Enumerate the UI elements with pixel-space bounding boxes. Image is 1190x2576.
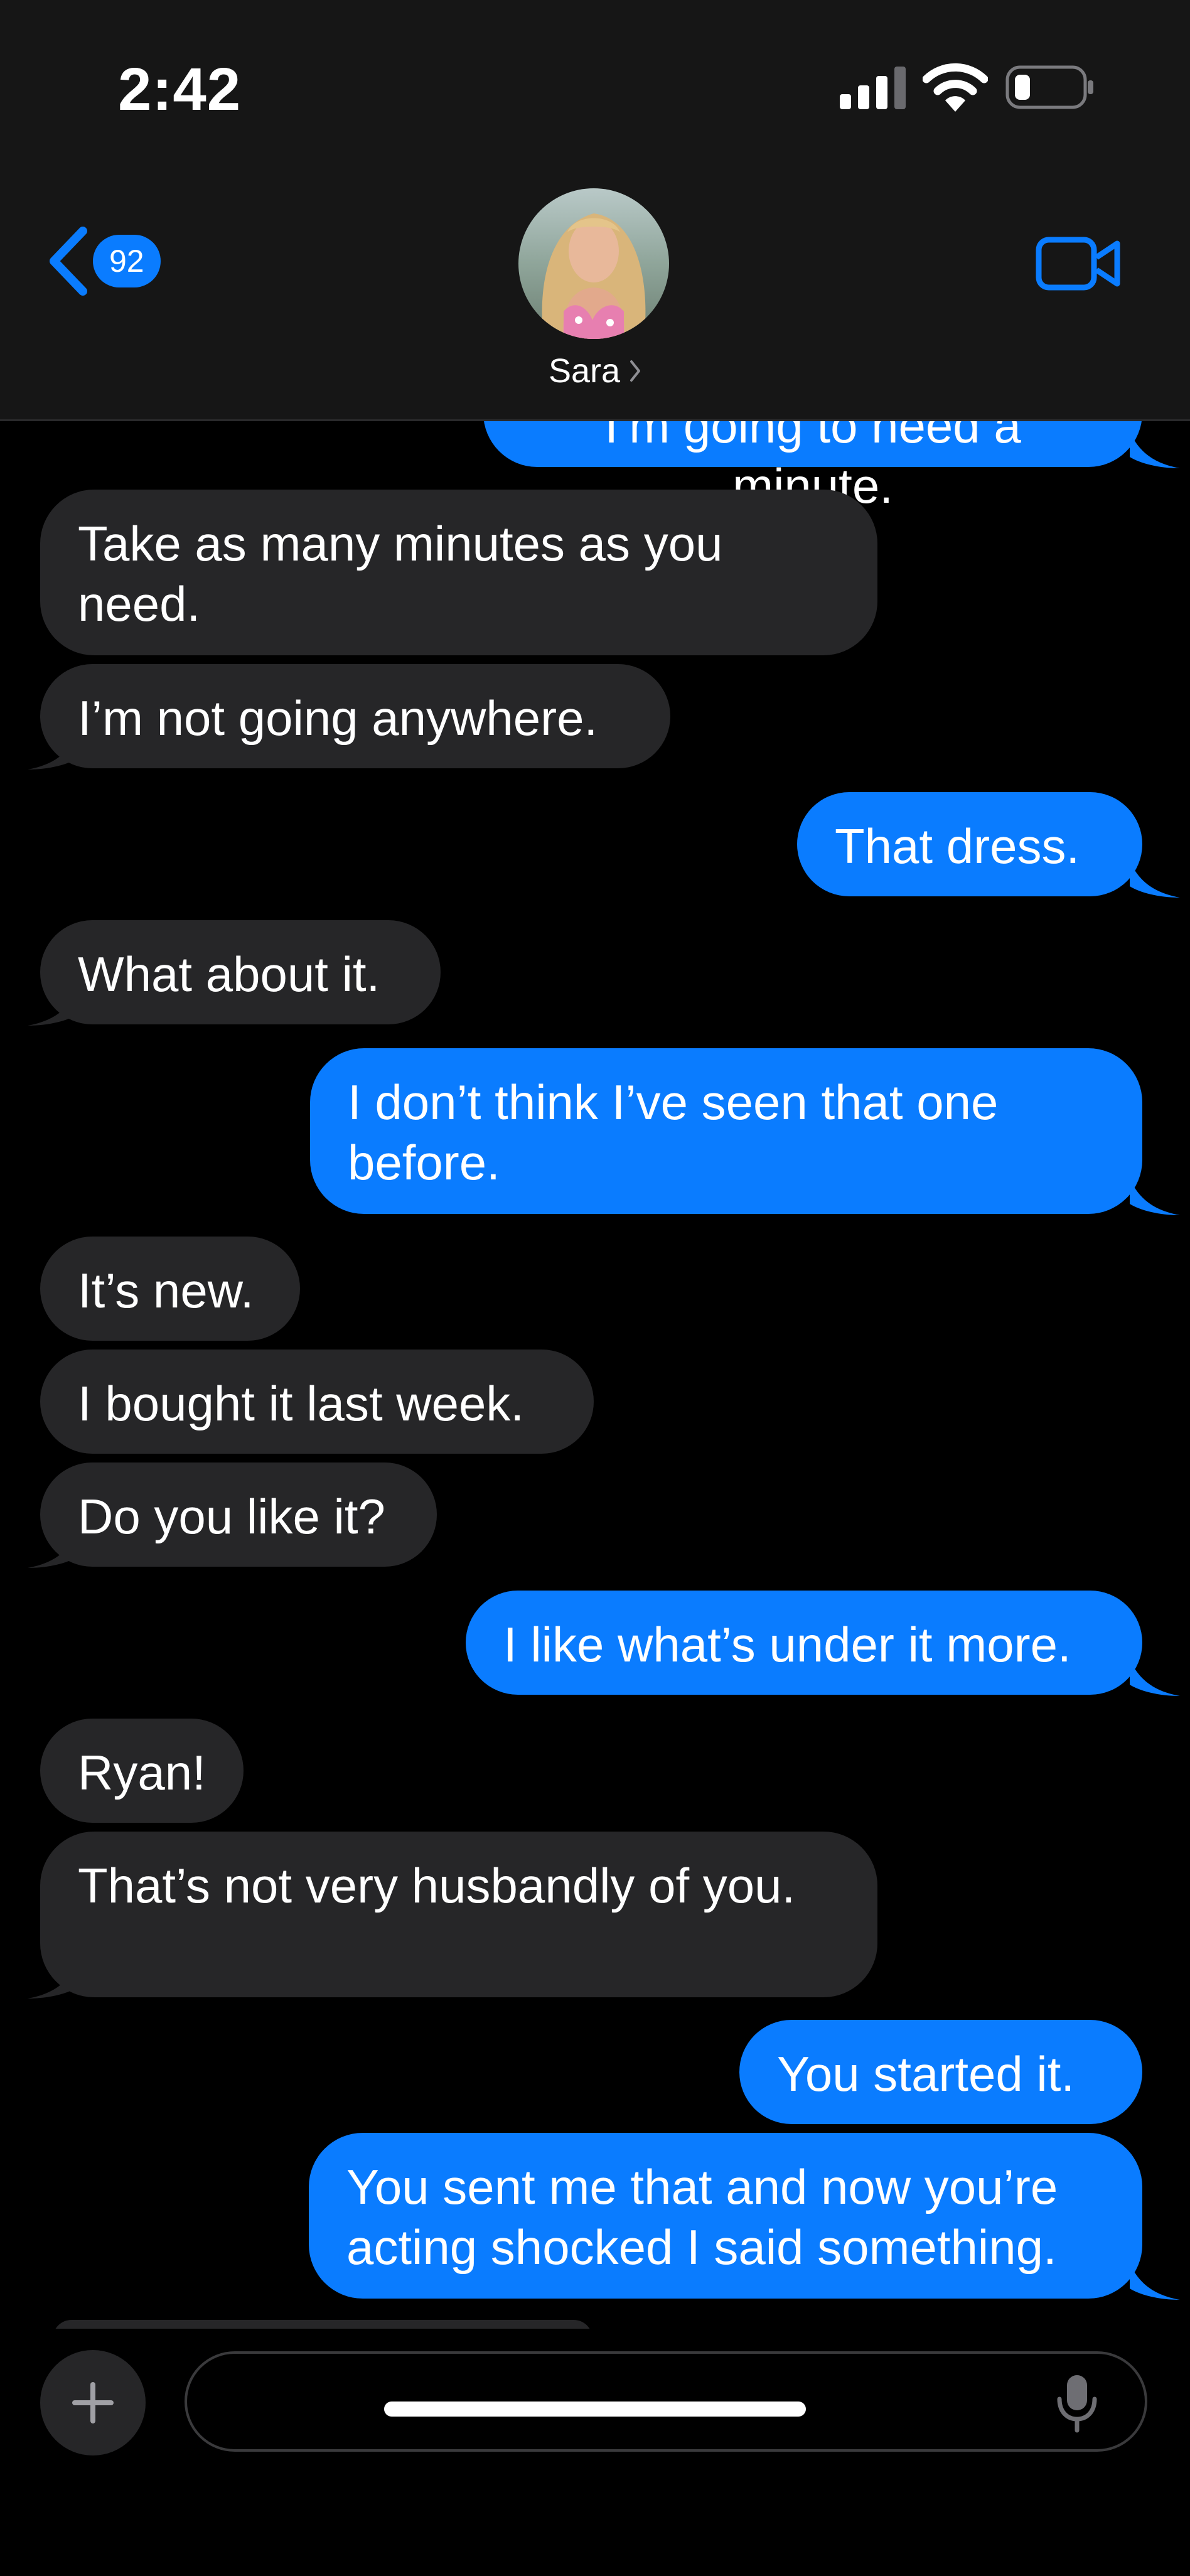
bubble-tail [1130, 1179, 1180, 1215]
bubble-tail [28, 1532, 78, 1568]
chevron-right-icon [630, 360, 641, 382]
bubble-tail [1130, 432, 1180, 468]
contact-name: Sara [548, 352, 621, 390]
add-attachment-button[interactable] [40, 2350, 146, 2455]
incoming-message[interactable]: I bought it last week. [40, 1350, 594, 1454]
incoming-message[interactable]: Do you like it? [40, 1462, 437, 1567]
microphone-icon[interactable] [1054, 2373, 1100, 2433]
outgoing-message[interactable]: I like what’s under it more. [466, 1591, 1142, 1695]
incoming-message[interactable]: What about it. [40, 920, 441, 1024]
video-call-icon[interactable] [1036, 233, 1121, 294]
incoming-message[interactable]: Ryan! [40, 1719, 244, 1823]
outgoing-message[interactable]: You started it. [739, 2020, 1142, 2124]
outgoing-message[interactable]: That dress. [797, 792, 1142, 896]
conversation-header: 2:42 92 Sara [0, 0, 1190, 421]
bubble-tail [28, 989, 78, 1026]
bubble-tail [1130, 2263, 1180, 2300]
bubble-tail [28, 733, 78, 770]
message-composer [0, 2329, 1190, 2576]
incoming-message[interactable]: Take as many minutes as you need. [40, 490, 877, 655]
bubble-tail [1130, 861, 1180, 898]
incoming-message[interactable]: I’m not going anywhere. [40, 664, 670, 768]
incoming-message[interactable]: It’s new. [40, 1237, 300, 1341]
plus-icon [72, 2382, 114, 2423]
incoming-message[interactable]: That’s not very husbandly of you. [40, 1832, 877, 1997]
back-button[interactable]: 92 [48, 226, 161, 296]
chevron-left-icon [50, 227, 87, 296]
home-indicator[interactable] [384, 2402, 806, 2417]
battery-icon [1005, 65, 1093, 109]
contact-name-button[interactable]: Sara [0, 352, 1190, 390]
outgoing-message[interactable]: I don’t think I’ve seen that one before. [310, 1048, 1142, 1214]
contact-avatar[interactable] [518, 188, 669, 339]
outgoing-message[interactable]: You sent me that and now you’re acting s… [309, 2133, 1142, 2299]
cellular-signal-icon [840, 67, 906, 109]
unread-count-badge: 92 [93, 235, 161, 287]
bubble-tail [28, 1962, 78, 1999]
wifi-icon [923, 63, 988, 112]
status-time: 2:42 [118, 56, 242, 123]
bubble-tail [1130, 1660, 1180, 1696]
